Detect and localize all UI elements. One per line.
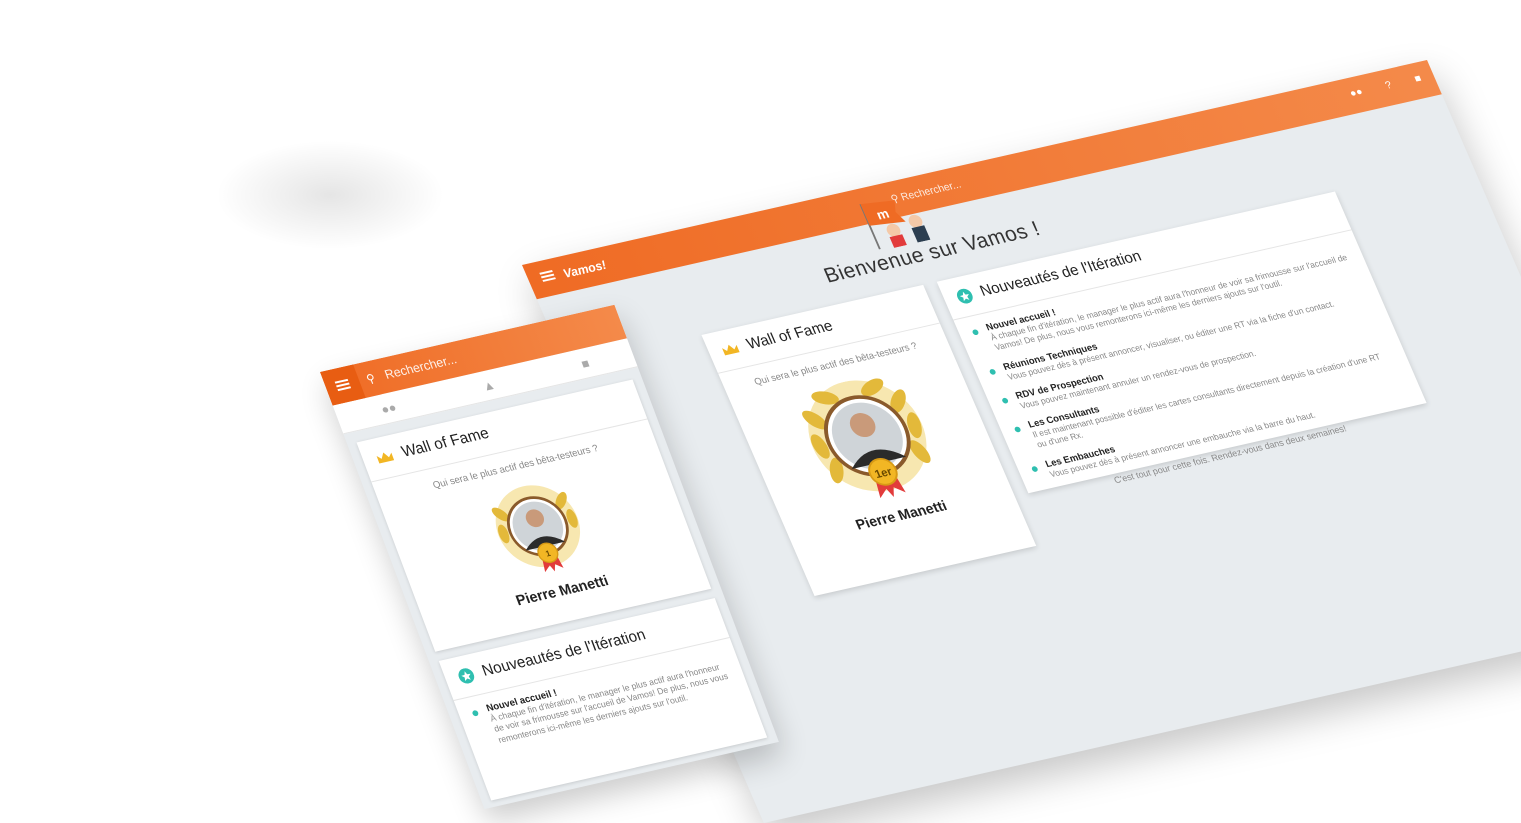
laurel-medal-icon: 1	[491, 485, 581, 573]
card-header: Wall of Fame	[701, 284, 940, 374]
search-input[interactable]: Rechercher...	[382, 352, 458, 382]
group-icon[interactable]: ●●	[379, 399, 399, 416]
group-icon[interactable]: ●●	[1348, 86, 1365, 100]
star-badge-icon	[956, 288, 973, 304]
wall-of-fame-title: Wall of Fame	[399, 425, 492, 461]
crown-icon	[722, 344, 740, 356]
graduation-icon[interactable]: ▲	[480, 377, 497, 394]
menu-button[interactable]	[320, 364, 366, 406]
crown-icon	[376, 452, 395, 464]
chat-icon[interactable]: ■	[579, 355, 591, 371]
app-logo[interactable]: Vamos!	[561, 258, 609, 281]
menu-icon[interactable]	[539, 270, 556, 282]
chat-icon[interactable]: ■	[1413, 73, 1424, 85]
wall-of-fame-title: Wall of Fame	[744, 318, 836, 353]
search-icon: ⚲	[364, 371, 378, 387]
help-icon[interactable]: ?	[1384, 79, 1394, 91]
background-shadow	[215, 140, 445, 250]
top-bar-actions: ●● ? ■	[1348, 73, 1423, 100]
star-badge-icon	[458, 668, 475, 684]
laurel-medal-icon: 1er	[801, 378, 931, 499]
menu-icon	[334, 378, 352, 392]
